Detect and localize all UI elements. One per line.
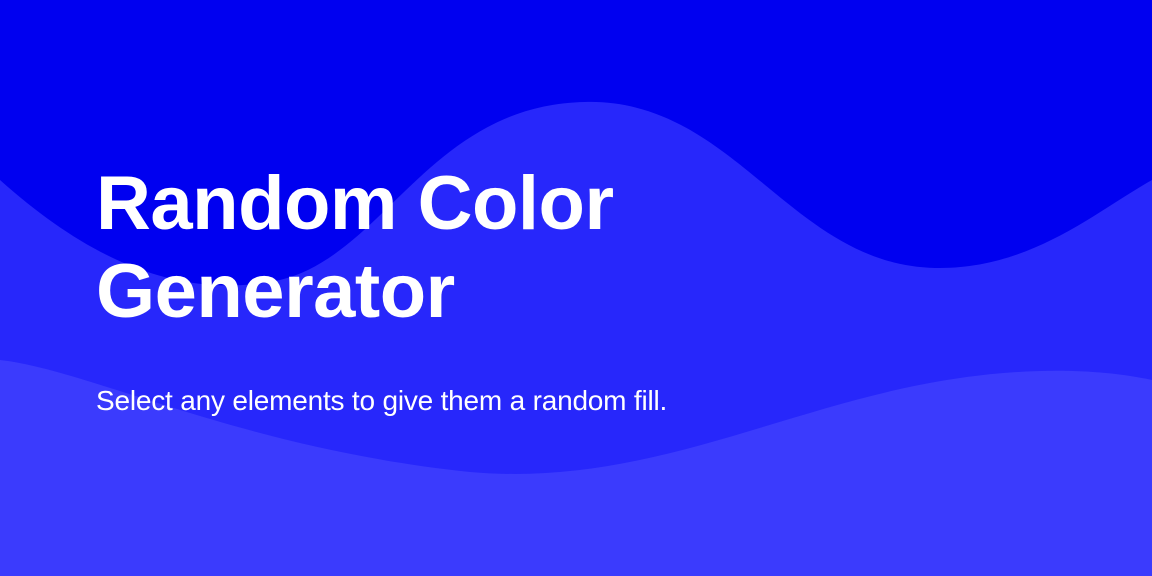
title-line-1: Random Color xyxy=(96,161,614,246)
subtitle: Select any elements to give them a rando… xyxy=(96,385,668,416)
page-title: Random Color Generator xyxy=(96,160,1076,336)
hero-content: Random Color Generator Select any elemen… xyxy=(96,160,1076,418)
title-line-2: Generator xyxy=(96,249,455,334)
